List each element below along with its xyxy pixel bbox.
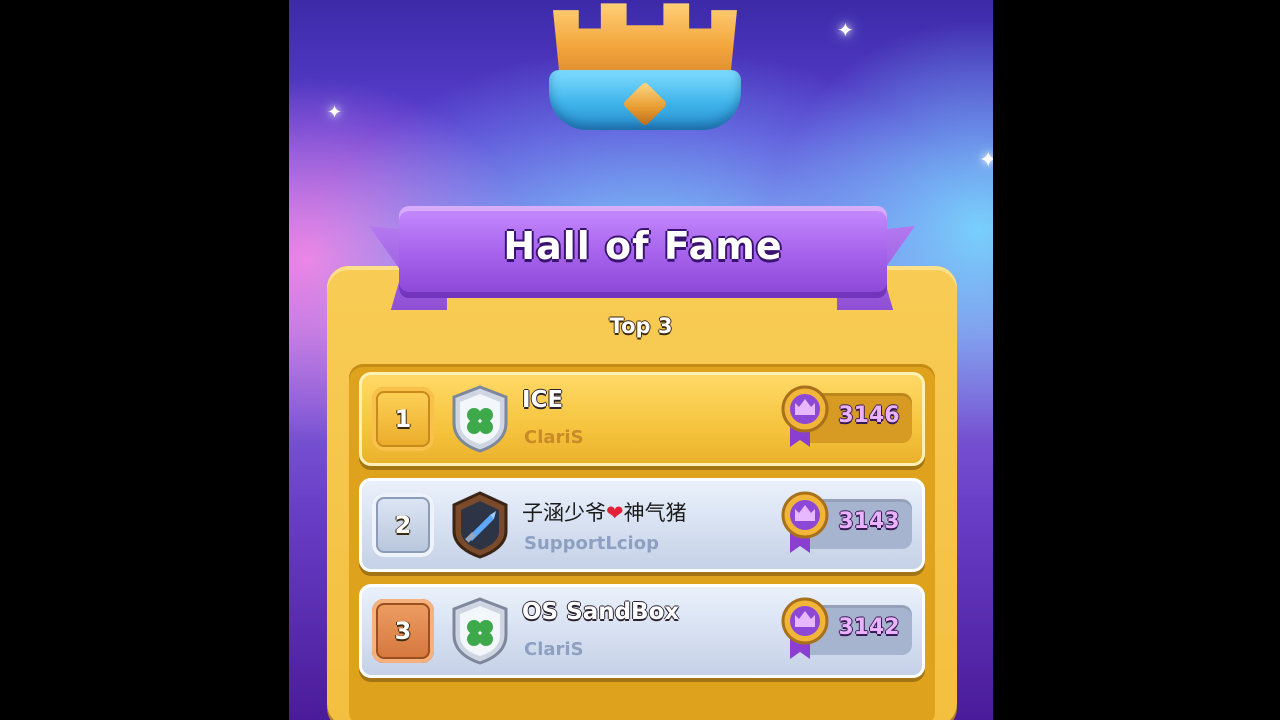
clover-shield-icon: [452, 385, 508, 453]
trophy-score: 3142: [838, 615, 900, 640]
heart-icon: ❤: [606, 501, 624, 525]
sword-shield-icon: [452, 491, 508, 559]
leaderboard-row-2[interactable]: 2 子涵少爷❤神气猪 SupportLciop 3143: [359, 478, 925, 572]
clan-name: SupportLciop: [524, 533, 659, 554]
game-screen: ✦ ✦ ✦ Hall of Fame Top 3 1 ICE ClariS 31…: [289, 0, 993, 720]
right-letterbox: [993, 0, 1280, 720]
player-name: OS SandBox: [522, 599, 680, 625]
leaderboard-row-1[interactable]: 1 ICE ClariS 3146: [359, 372, 925, 466]
clan-name: ClariS: [524, 427, 584, 448]
leaderboard-row-3[interactable]: 3 OS SandBox ClariS 3142: [359, 584, 925, 678]
rank-badge: 1: [372, 387, 434, 451]
trophy-score: 3146: [838, 403, 900, 428]
sparkle-icon: ✦: [837, 18, 854, 42]
trophy-score: 3143: [838, 509, 900, 534]
leaderboard-subtitle: Top 3: [609, 314, 673, 338]
player-name-part: 神气猪: [623, 501, 687, 525]
crown-medal-icon: [781, 597, 829, 659]
crown-medal-icon: [781, 385, 829, 447]
rank-badge: 3: [372, 599, 434, 663]
sparkle-icon: ✦: [327, 102, 343, 123]
crown-medal-icon: [781, 491, 829, 553]
sparkle-icon: ✦: [979, 148, 993, 173]
page-title: Hall of Fame: [503, 224, 783, 268]
title-ribbon: Hall of Fame: [399, 206, 887, 298]
clover-shield-icon: [452, 597, 508, 665]
crown-icon: [547, 0, 743, 140]
left-letterbox: [0, 0, 289, 720]
player-name-part: 子涵少爷: [522, 501, 606, 525]
rank-badge: 2: [372, 493, 434, 557]
player-name: 子涵少爷❤神气猪: [522, 497, 687, 527]
player-name: ICE: [522, 387, 564, 413]
clan-name: ClariS: [524, 639, 584, 660]
